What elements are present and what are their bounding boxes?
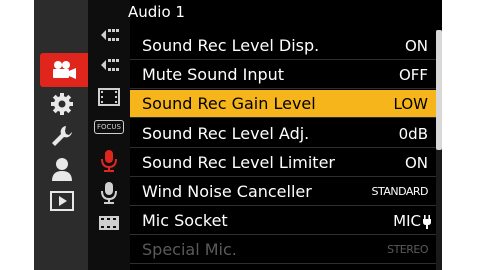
menu-item-label: Wind Noise Canceller: [142, 182, 312, 201]
menu-item-mic-socket[interactable]: Mic Socket MIC: [130, 207, 440, 235]
wrench-icon: [50, 124, 74, 148]
menu-item-sound-rec-level-adj[interactable]: Sound Rec Level Adj. 0dB: [130, 120, 440, 148]
microphone-icon: [99, 181, 119, 205]
menu-item-value: STANDARD: [371, 185, 428, 198]
menu-item-label: Sound Rec Level Limiter: [142, 153, 335, 172]
menu-item-label: Sound Rec Level Disp.: [142, 36, 320, 55]
menu-item-special-mic: Special Mic. STEREO: [130, 236, 440, 264]
film-strip-icon: [97, 213, 121, 233]
menu-item-value: OFF: [398, 66, 428, 84]
subtab-1[interactable]: [88, 22, 130, 48]
menu-item-sound-rec-level-limiter[interactable]: Sound Rec Level Limiter ON: [130, 149, 440, 177]
menu-item-label: Mic Socket: [142, 211, 228, 230]
menu-item-sound-rec-level-disp[interactable]: Sound Rec Level Disp. ON: [130, 32, 440, 60]
menu-list: Sound Rec Level Disp. ON Mute Sound Inpu…: [130, 30, 440, 270]
playback-icon: [50, 191, 74, 211]
menu-page-title: Audio 1: [128, 3, 185, 21]
film-frame-icon: [97, 87, 121, 107]
menu-item-value: STEREO: [387, 243, 428, 256]
menu-item-label: Sound Rec Gain Level: [142, 94, 316, 113]
gear-icon: [50, 92, 74, 116]
menu-item-sound-rec-gain-level[interactable]: Sound Rec Gain Level LOW: [130, 90, 440, 118]
subtab-5[interactable]: [88, 148, 130, 174]
subtab-7[interactable]: [88, 210, 130, 236]
subtab-4[interactable]: FOCUS: [88, 114, 130, 140]
category-playback[interactable]: [42, 187, 82, 215]
menu-item-value: 0dB: [398, 125, 428, 143]
category-setup[interactable]: [42, 122, 82, 150]
menu-item-value: ON: [404, 37, 428, 55]
menu-item-value: MIC: [393, 209, 432, 233]
menu-item-mute-sound-input[interactable]: Mute Sound Input OFF: [130, 61, 440, 89]
person-icon: [51, 157, 73, 181]
menu-item-label: Special Mic.: [142, 240, 237, 259]
scrollbar-thumb[interactable]: [436, 30, 442, 150]
plug-icon: [422, 214, 432, 229]
camera-menu-screen: FOCUS Audio 1 Sound Rec Level Disp. ON M…: [34, 0, 442, 270]
category-custom[interactable]: [42, 90, 82, 118]
category-my-menu[interactable]: [42, 155, 82, 183]
menu-item-value: ON: [404, 154, 428, 172]
menu-item-value: LOW: [393, 95, 428, 113]
category-video[interactable]: [40, 53, 88, 87]
subtab-6[interactable]: [88, 180, 130, 206]
menu-item-wind-noise-canceller[interactable]: Wind Noise Canceller STANDARD: [130, 178, 440, 206]
subtab-3[interactable]: [88, 84, 130, 110]
movie-camera-icon: [51, 60, 77, 80]
focus-icon: FOCUS: [94, 120, 124, 134]
menu-item-label: Mute Sound Input: [142, 65, 285, 84]
diamond-arrow-icon: [97, 55, 121, 75]
subtab-2[interactable]: [88, 52, 130, 78]
menu-item-label: Sound Rec Level Adj.: [142, 124, 310, 143]
diamond-arrow-icon: [97, 25, 121, 45]
microphone-icon: [99, 149, 119, 173]
